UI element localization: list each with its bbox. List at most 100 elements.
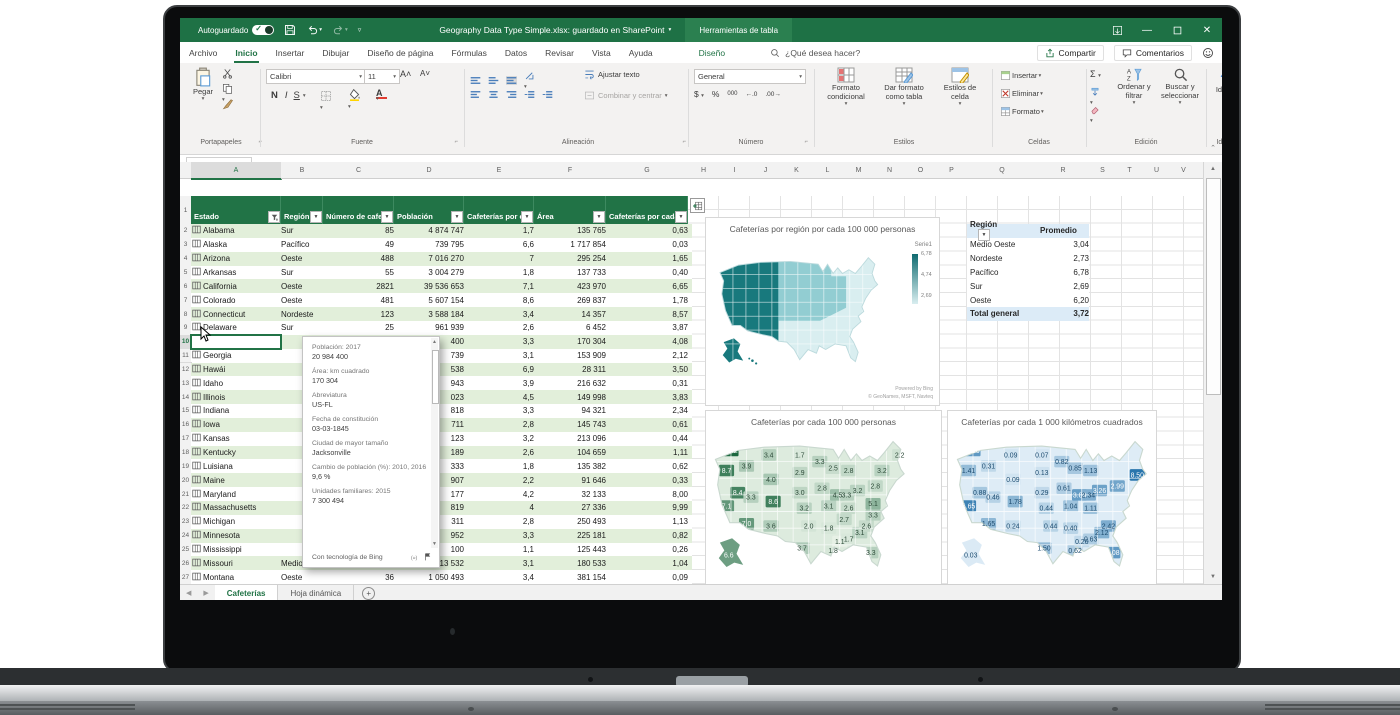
format-as-table-button[interactable]: Dar formato como tabla▾ (876, 67, 932, 108)
geography-datatype-icon[interactable] (192, 489, 201, 500)
increase-decimal-button[interactable]: ←.0 (745, 91, 757, 98)
tab-revisar[interactable]: Revisar (536, 42, 583, 63)
cell-F11[interactable]: 153 909 (534, 349, 610, 363)
cell-E2[interactable]: 1,7 (464, 224, 538, 238)
tab-ayuda[interactable]: Ayuda (620, 42, 662, 63)
cell-E5[interactable]: 1,8 (464, 266, 538, 280)
cell-E14[interactable]: 4,5 (464, 390, 538, 404)
column-header-V[interactable]: V (1170, 162, 1198, 179)
grow-font-button[interactable]: A˄ (400, 69, 411, 79)
cell-A14[interactable]: Illinois (191, 390, 281, 404)
cell-G10[interactable]: 4,08 (606, 335, 692, 349)
pivot-total-row[interactable]: Total general3,72 (967, 307, 1089, 321)
cell-C5[interactable]: 55 (323, 266, 398, 280)
geography-datatype-icon[interactable] (192, 295, 201, 306)
cell-F8[interactable]: 14 357 (534, 307, 610, 321)
geography-datatype-icon[interactable] (192, 350, 201, 361)
italic-button[interactable]: I (282, 90, 291, 101)
pivot-row[interactable]: Pacífico6,78 (967, 266, 1089, 280)
filter-button[interactable]: ▼ (521, 211, 533, 223)
cell-G22[interactable]: 9,99 (606, 501, 692, 515)
cell-A11[interactable]: Georgia (191, 349, 281, 363)
tell-me-search[interactable]: ¿Qué desea hacer? (770, 48, 860, 58)
cell-B7[interactable]: Oeste (281, 293, 323, 307)
cell-A12[interactable]: Hawái (191, 363, 281, 377)
filter-button[interactable]: ▼ (381, 211, 393, 223)
font-size-select[interactable]: 11▾ (364, 69, 400, 84)
geography-datatype-icon[interactable] (192, 572, 201, 583)
filter-button[interactable]: ▼ (310, 211, 322, 223)
cell-E9[interactable]: 2,6 (464, 321, 538, 335)
cell-E16[interactable]: 2,8 (464, 418, 538, 432)
insert-cells-button[interactable]: Insertar▾ (998, 69, 1043, 82)
cell-A24[interactable]: Minnesota (191, 529, 281, 543)
geography-datatype-icon[interactable] (192, 461, 201, 472)
cell-D2[interactable]: 4 874 747 (394, 224, 468, 238)
cell-E25[interactable]: 1,1 (464, 543, 538, 557)
tab-vista[interactable]: Vista (583, 42, 620, 63)
geography-datatype-icon[interactable] (192, 267, 201, 278)
cell-E7[interactable]: 8,6 (464, 293, 538, 307)
cell-E11[interactable]: 3,1 (464, 349, 538, 363)
cell-F10[interactable]: 170 304 (534, 335, 610, 349)
cell-B3[interactable]: Pacífico (281, 238, 323, 252)
cell-E23[interactable]: 2,8 (464, 515, 538, 529)
number-format-select[interactable]: General▾ (694, 69, 806, 84)
geography-datatype-icon[interactable] (192, 253, 201, 264)
cell-G2[interactable]: 0,63 (606, 224, 692, 238)
cell-E20[interactable]: 2,2 (464, 473, 538, 487)
cell-F16[interactable]: 145 743 (534, 418, 610, 432)
cell-E22[interactable]: 4 (464, 501, 538, 515)
geography-datatype-icon[interactable] (192, 405, 201, 416)
cell-D6[interactable]: 39 536 653 (394, 279, 468, 293)
filter-button[interactable]: ▼ (451, 211, 463, 223)
cell-C2[interactable]: 85 (323, 224, 398, 238)
maximize-button[interactable] (1162, 18, 1192, 42)
card-scrollbar[interactable]: ▲ ▼ (431, 338, 438, 548)
minimize-button[interactable]: — (1132, 18, 1162, 42)
pivot-table[interactable]: Región▼PromedioMedio Oeste3,04Nordeste2,… (967, 224, 1089, 321)
cell-F23[interactable]: 250 493 (534, 515, 610, 529)
column-header-K[interactable]: K (781, 162, 813, 179)
cell-G11[interactable]: 2,12 (606, 349, 692, 363)
cell-G16[interactable]: 0,61 (606, 418, 692, 432)
cell-A3[interactable]: Alaska (191, 238, 281, 252)
column-header-G[interactable]: G (606, 162, 689, 179)
cell-E18[interactable]: 2,6 (464, 446, 538, 460)
geography-datatype-icon[interactable] (192, 447, 201, 458)
cell-G21[interactable]: 8,00 (606, 487, 692, 501)
scroll-down-icon[interactable]: ▼ (1204, 570, 1222, 584)
sort-filter-button[interactable]: AZ Ordenar y filtrar▾ (1112, 67, 1156, 107)
cell-E26[interactable]: 3,1 (464, 556, 538, 570)
cell-A19[interactable]: Luisiana (191, 459, 281, 473)
cell-C6[interactable]: 2821 (323, 279, 398, 293)
cell-F20[interactable]: 91 646 (534, 473, 610, 487)
tab-insertar[interactable]: Insertar (267, 42, 314, 63)
column-header-J[interactable]: J (750, 162, 782, 179)
cell-E13[interactable]: 3,9 (464, 376, 538, 390)
clear-button[interactable]: ▾ (1090, 105, 1100, 124)
autosave-toggle[interactable]: Autoguardado ✓ (198, 25, 274, 35)
geography-datatype-icon[interactable] (192, 239, 201, 250)
cell-A15[interactable]: Indiana (191, 404, 281, 418)
cell-E15[interactable]: 3,3 (464, 404, 538, 418)
cell-styles-button[interactable]: Estilos de celda▾ (934, 67, 986, 108)
next-sheet-icon[interactable]: ▶ (197, 589, 214, 597)
new-sheet-button[interactable]: + (362, 587, 375, 600)
scroll-up-icon[interactable]: ▲ (1204, 162, 1222, 176)
column-header-U[interactable]: U (1143, 162, 1171, 179)
cell-B2[interactable]: Sur (281, 224, 323, 238)
underline-button[interactable]: S (292, 90, 302, 101)
cell-F12[interactable]: 28 311 (534, 363, 610, 377)
cell-A20[interactable]: Maine (191, 473, 281, 487)
column-header-B[interactable]: B (281, 162, 324, 179)
bold-button[interactable]: N (268, 90, 281, 101)
cell-E3[interactable]: 6,6 (464, 238, 538, 252)
autosum-button[interactable]: Σ ▾ (1090, 69, 1101, 79)
cell-C7[interactable]: 481 (323, 293, 398, 307)
cell-F14[interactable]: 149 998 (534, 390, 610, 404)
geography-datatype-icon[interactable] (192, 419, 201, 430)
column-header-M[interactable]: M (843, 162, 875, 179)
pivot-row[interactable]: Oeste6,20 (967, 293, 1089, 307)
cell-G19[interactable]: 0,62 (606, 459, 692, 473)
